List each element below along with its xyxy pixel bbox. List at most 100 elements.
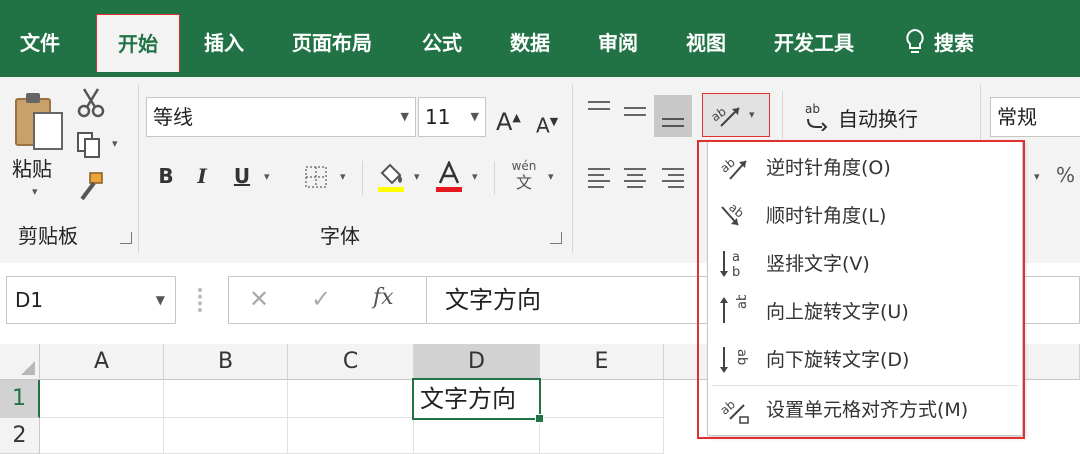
- name-box-dropdown-arrow[interactable]: ▼: [156, 277, 165, 323]
- insert-function-button[interactable]: fx: [373, 285, 394, 310]
- align-center-icon[interactable]: [622, 165, 648, 189]
- shrink-font-glyph: A: [536, 113, 550, 138]
- copy-button[interactable]: ▾: [76, 131, 126, 161]
- clipboard-launcher-icon[interactable]: [120, 232, 132, 244]
- tab-search[interactable]: 搜索: [904, 14, 974, 72]
- orientation-button[interactable]: ab ▾: [702, 93, 770, 137]
- menu-item-vertical-text[interactable]: a b 竖排文字(V): [708, 241, 1022, 287]
- font-launcher-icon[interactable]: [550, 232, 562, 244]
- cell-c1[interactable]: [288, 380, 414, 418]
- paste-button[interactable]: 粘贴 ▾: [10, 91, 68, 201]
- name-box[interactable]: D1 ▼: [6, 276, 176, 324]
- tab-file[interactable]: 文件: [20, 14, 60, 72]
- column-header-a[interactable]: A: [40, 344, 164, 380]
- copy-dropdown-arrow: ▾: [112, 137, 118, 150]
- tab-formulas[interactable]: 公式: [422, 14, 462, 72]
- phonetic-top-text: wén: [511, 159, 537, 173]
- font-color-dropdown-arrow[interactable]: ▾: [472, 170, 478, 183]
- font-name-combo[interactable]: 等线 ▼: [146, 97, 416, 137]
- cell-b2[interactable]: [164, 418, 288, 454]
- underline-dropdown-arrow[interactable]: ▾: [264, 170, 270, 183]
- phonetic-dropdown-arrow[interactable]: ▾: [548, 170, 554, 183]
- fill-handle[interactable]: [535, 414, 544, 423]
- tab-insert[interactable]: 插入: [204, 14, 244, 72]
- tab-home[interactable]: 开始: [96, 14, 180, 72]
- menu-item-angle-counterclockwise[interactable]: ab 逆时针角度(O): [708, 145, 1022, 191]
- grow-font-glyph: A: [496, 108, 513, 136]
- borders-dropdown-arrow[interactable]: ▾: [340, 170, 346, 183]
- bottom-align-button[interactable]: [654, 95, 692, 137]
- underline-button[interactable]: U: [232, 161, 252, 191]
- ribbon-tab-bar: 文件 开始 插入 页面布局 公式 数据 审阅 视图 开发工具 搜索: [0, 0, 1080, 77]
- increase-font-size-button[interactable]: A▲: [496, 103, 521, 137]
- decrease-font-size-button[interactable]: A▼: [536, 107, 558, 141]
- fill-color-dropdown-arrow[interactable]: ▾: [414, 170, 420, 183]
- align-right-icon[interactable]: [660, 165, 686, 189]
- bold-button[interactable]: B: [156, 161, 176, 191]
- percent-style-icon[interactable]: %: [1056, 163, 1075, 187]
- column-header-b[interactable]: B: [164, 344, 288, 380]
- toolbar-divider: [494, 161, 495, 195]
- svg-text:b: b: [732, 265, 740, 279]
- paste-dropdown-arrow: ▾: [32, 185, 38, 198]
- menu-item-format-alignment[interactable]: ab 设置单元格对齐方式(M): [708, 387, 1022, 433]
- menu-item-label: 向上旋转文字(U): [766, 301, 909, 323]
- menu-item-rotate-down[interactable]: ab 向下旋转文字(D): [708, 337, 1022, 383]
- number-format-dropdown-arrow[interactable]: ▾: [1034, 170, 1040, 183]
- cell-b1[interactable]: [164, 380, 288, 418]
- tab-view[interactable]: 视图: [686, 14, 726, 72]
- svg-text:ab: ab: [805, 102, 820, 116]
- tab-developer[interactable]: 开发工具: [774, 14, 854, 72]
- ribbon-group-divider: [572, 85, 573, 253]
- formula-bar-grip-icon[interactable]: [198, 288, 206, 312]
- tab-search-label: 搜索: [934, 31, 974, 55]
- font-size-value: 11: [425, 105, 451, 129]
- middle-align-icon[interactable]: [622, 103, 648, 125]
- orientation-icon: ab: [709, 104, 740, 127]
- fill-color-swatch: [378, 187, 404, 192]
- vertical-text-icon: a b: [720, 250, 740, 279]
- font-size-combo[interactable]: 11 ▼: [418, 97, 486, 137]
- select-all-corner[interactable]: [0, 344, 40, 380]
- align-left-icon[interactable]: [586, 165, 612, 189]
- menu-item-rotate-up[interactable]: ab 向上旋转文字(U): [708, 289, 1022, 335]
- italic-button[interactable]: I: [192, 161, 212, 191]
- confirm-entry-button[interactable]: ✓: [311, 285, 331, 313]
- lightbulb-icon: [906, 28, 924, 53]
- top-align-icon[interactable]: [586, 99, 612, 121]
- font-color-icon[interactable]: [434, 161, 464, 193]
- cell-d2[interactable]: [414, 418, 540, 454]
- number-format-combo[interactable]: 常规: [990, 97, 1080, 137]
- menu-item-angle-clockwise[interactable]: ab 顺时针角度(L): [708, 193, 1022, 239]
- row-header-2[interactable]: 2: [0, 418, 40, 454]
- tab-page-layout[interactable]: 页面布局: [292, 14, 372, 72]
- number-format-value: 常规: [997, 105, 1037, 129]
- cell-e2[interactable]: [540, 418, 664, 454]
- cell-e1[interactable]: [540, 380, 664, 418]
- column-header-c[interactable]: C: [288, 344, 414, 380]
- phonetic-guide-button[interactable]: wén 文: [506, 159, 542, 199]
- copy-icon: [77, 132, 100, 158]
- borders-icon[interactable]: [304, 165, 328, 189]
- column-header-e[interactable]: E: [540, 344, 664, 380]
- row-header-1[interactable]: 1: [0, 380, 40, 418]
- font-group-label: 字体: [320, 224, 360, 248]
- active-cell-d1[interactable]: 文字方向: [412, 378, 544, 423]
- fill-color-icon[interactable]: [376, 161, 406, 193]
- wrap-text-icon: ab: [805, 102, 828, 131]
- tab-data[interactable]: 数据: [510, 14, 550, 72]
- bottom-align-icon: [662, 118, 684, 127]
- cell-a1[interactable]: [40, 380, 164, 418]
- tab-review[interactable]: 审阅: [598, 14, 638, 72]
- cut-icon[interactable]: [76, 87, 106, 119]
- clipboard-group-label: 剪贴板: [18, 224, 78, 248]
- svg-text:ab: ab: [734, 349, 749, 365]
- cell-c2[interactable]: [288, 418, 414, 454]
- column-header-d[interactable]: D: [414, 344, 540, 380]
- cell-a2[interactable]: [40, 418, 164, 454]
- name-box-value: D1: [15, 288, 44, 312]
- svg-text:ab: ab: [726, 200, 746, 220]
- font-name-value: 等线: [153, 105, 193, 129]
- format-painter-icon[interactable]: [78, 171, 106, 201]
- cancel-entry-button[interactable]: ✕: [249, 285, 269, 313]
